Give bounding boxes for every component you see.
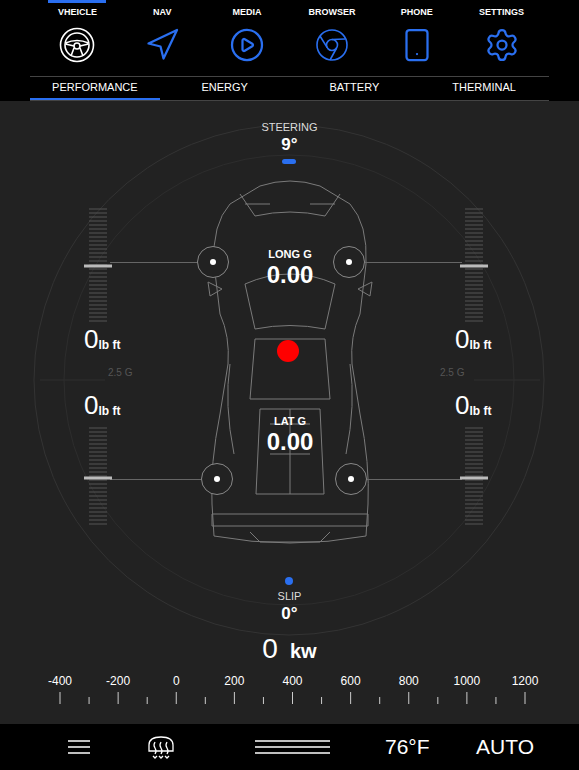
torque-indicator: [460, 476, 488, 479]
torque-indicator: [460, 264, 488, 267]
phone-icon: [399, 27, 435, 63]
power-scale-label: 400: [274, 674, 312, 688]
power-scale-label: -400: [41, 674, 79, 688]
car-outline-icon: [200, 164, 380, 574]
torque-indicator: [84, 476, 112, 479]
slip-marker: [285, 577, 293, 585]
torque-line: [110, 479, 201, 480]
torque-line: [110, 262, 198, 263]
power-reading: 0kw: [262, 633, 316, 665]
sub-tab[interactable]: BATTERY: [290, 77, 420, 100]
torque-indicator: [84, 264, 112, 267]
climate-bar: 76°F AUTO: [0, 724, 579, 770]
wheel-hub: [197, 246, 229, 278]
app: VHEICLENAVMEDIABROWSERPHONESETTINGSPERFO…: [0, 0, 579, 770]
performance-panel: STEERING9° 0lb ft 0lb ft 0lb ft 0lb ft LONG G…: [0, 101, 579, 724]
g-dot: [277, 340, 299, 362]
wheel-hub-dot: [346, 259, 352, 265]
steering-block: STEERING9°: [261, 101, 317, 164]
play-icon: [229, 27, 265, 63]
navigation-arrow-icon: [144, 27, 180, 63]
torque-scale: [462, 426, 486, 529]
power-ticks-icon: [0, 691, 579, 705]
sub-tab[interactable]: PERFORMANCE: [30, 77, 160, 100]
nav-item[interactable]: VHEICLE: [35, 0, 120, 76]
wheel-hub-dot: [214, 476, 220, 482]
nav-item[interactable]: SETTINGS: [459, 0, 544, 76]
nav-item[interactable]: MEDIA: [205, 0, 290, 76]
torque-reading: 0lb ft: [84, 325, 120, 353]
torque-scale: [86, 207, 110, 324]
long-g: LONG G0.00: [240, 247, 340, 289]
nav-item[interactable]: PHONE: [374, 0, 459, 76]
temperature[interactable]: 76°F: [385, 734, 430, 760]
nav-selected-bar: [48, 0, 106, 3]
sub-tab[interactable]: ENERGY: [160, 77, 290, 100]
g-scale-label: 2.5 G: [108, 367, 132, 379]
power-scale-label: 600: [332, 674, 370, 688]
power-scale-label: 1200: [506, 674, 544, 688]
climate-mode[interactable]: AUTO: [476, 734, 534, 760]
slip-block: SLIP0°: [278, 574, 302, 624]
nav-item[interactable]: BROWSER: [290, 0, 375, 76]
torque-scale: [86, 426, 110, 529]
wheel-hub: [201, 463, 233, 495]
wheel-hub-dot: [210, 259, 216, 265]
torque-scale: [462, 207, 486, 324]
nav-item[interactable]: NAV: [120, 0, 205, 76]
top-nav: VHEICLENAVMEDIABROWSERPHONESETTINGS: [0, 0, 579, 76]
power-scale-label: 1000: [448, 674, 486, 688]
sub-tabs: PERFORMANCEENERGYBATTERYTHERMINAL: [30, 76, 549, 101]
power-scale-label: 800: [390, 674, 428, 688]
lat-g: LAT G0.00: [240, 414, 340, 456]
torque-reading: 0lb ft: [455, 325, 491, 353]
torque-reading: 0lb ft: [84, 391, 120, 419]
power-scale: -400 -200 0 200 400 600 800 1000 1200: [0, 674, 579, 705]
car-diagram: 0lb ft 0lb ft 0lb ft 0lb ft LONG G0.00 LAT G0…: [0, 164, 579, 574]
gear-icon: [484, 27, 520, 63]
torque-reading: 0lb ft: [455, 391, 491, 419]
browser-icon: [314, 27, 350, 63]
rear-defrost-icon[interactable]: [147, 735, 175, 759]
power-scale-label: 200: [215, 674, 253, 688]
fan-speed-icon[interactable]: [255, 740, 330, 754]
wheel-hub-dot: [348, 476, 354, 482]
wheel-hub: [333, 246, 365, 278]
torque-line: [367, 479, 462, 480]
steering-wheel-icon: [59, 27, 95, 63]
sub-tab[interactable]: THERMINAL: [419, 77, 549, 100]
wheel-hub: [335, 463, 367, 495]
power-scale-label: -200: [99, 674, 137, 688]
torque-line: [365, 262, 462, 263]
menu-icon[interactable]: [68, 740, 90, 754]
power-scale-label: 0: [157, 674, 195, 688]
g-scale-label: 2.5 G: [440, 367, 464, 379]
steering-marker: [282, 159, 296, 164]
